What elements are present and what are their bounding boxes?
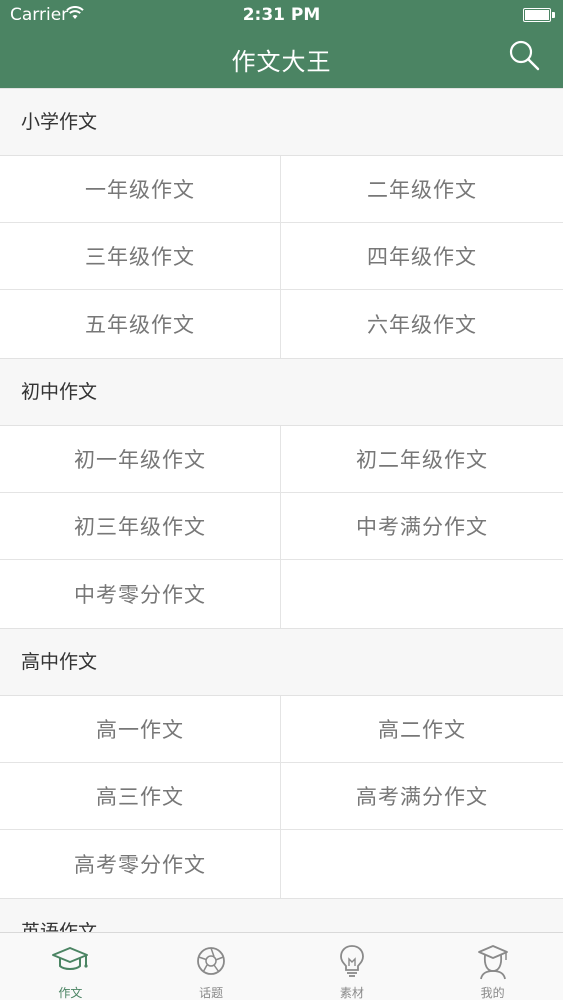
section-header-high: 高中作文 xyxy=(0,628,563,696)
tab-label: 作文 xyxy=(58,986,83,1000)
section-header-middle: 初中作文 xyxy=(0,358,563,426)
section-header-english: 英语作文 xyxy=(0,898,563,932)
tab-bar: 作文 话题 素材 我的 xyxy=(0,932,563,1000)
tab-mine[interactable]: 我的 xyxy=(422,933,563,1000)
top-bar: Carrier 2:31 PM 作文大王 xyxy=(0,0,563,88)
grade-cell[interactable]: 高三作文 xyxy=(0,763,281,830)
tab-essay[interactable]: 作文 xyxy=(0,933,141,1000)
search-icon[interactable] xyxy=(507,38,541,72)
lightbulb-icon xyxy=(339,945,364,977)
grid-middle: 初一年级作文 初二年级作文 初三年级作文 中考满分作文 中考零分作文 xyxy=(0,426,563,628)
tab-label: 我的 xyxy=(480,986,505,1000)
status-bar: Carrier 2:31 PM xyxy=(0,0,563,30)
grade-cell[interactable]: 三年级作文 xyxy=(0,223,281,290)
empty-cell xyxy=(281,830,563,898)
section-header-primary: 小学作文 xyxy=(0,88,563,156)
grade-cell[interactable]: 高二作文 xyxy=(281,696,563,763)
tab-label: 话题 xyxy=(199,986,224,1000)
grade-cell[interactable]: 高一作文 xyxy=(0,696,281,763)
grade-cell[interactable]: 六年级作文 xyxy=(281,290,563,358)
graduation-cap-icon xyxy=(52,947,89,970)
tab-label: 素材 xyxy=(339,986,364,1000)
grid-primary: 一年级作文 二年级作文 三年级作文 四年级作文 五年级作文 六年级作文 xyxy=(0,156,563,358)
grade-cell[interactable]: 一年级作文 xyxy=(0,156,281,223)
grade-cell[interactable]: 二年级作文 xyxy=(281,156,563,223)
page-title: 作文大王 xyxy=(231,48,332,76)
tab-material[interactable]: 素材 xyxy=(282,933,423,1000)
grade-cell[interactable]: 初一年级作文 xyxy=(0,426,281,493)
empty-cell xyxy=(281,560,563,628)
grade-cell[interactable]: 高考零分作文 xyxy=(0,830,281,898)
tab-topic[interactable]: 话题 xyxy=(141,933,282,1000)
content-list[interactable]: 小学作文 一年级作文 二年级作文 三年级作文 四年级作文 五年级作文 六年级作文… xyxy=(0,88,563,932)
user-graduate-icon xyxy=(477,945,508,980)
grade-cell[interactable]: 初三年级作文 xyxy=(0,493,281,560)
grade-cell[interactable]: 中考零分作文 xyxy=(0,560,281,628)
grade-cell[interactable]: 四年级作文 xyxy=(281,223,563,290)
grade-cell[interactable]: 中考满分作文 xyxy=(281,493,563,560)
aperture-icon xyxy=(197,947,226,975)
grade-cell[interactable]: 高考满分作文 xyxy=(281,763,563,830)
clock: 2:31 PM xyxy=(242,5,321,25)
battery-icon xyxy=(523,8,555,22)
grade-cell[interactable]: 初二年级作文 xyxy=(281,426,563,493)
grade-cell[interactable]: 五年级作文 xyxy=(0,290,281,358)
grid-high: 高一作文 高二作文 高三作文 高考满分作文 高考零分作文 xyxy=(0,696,563,898)
